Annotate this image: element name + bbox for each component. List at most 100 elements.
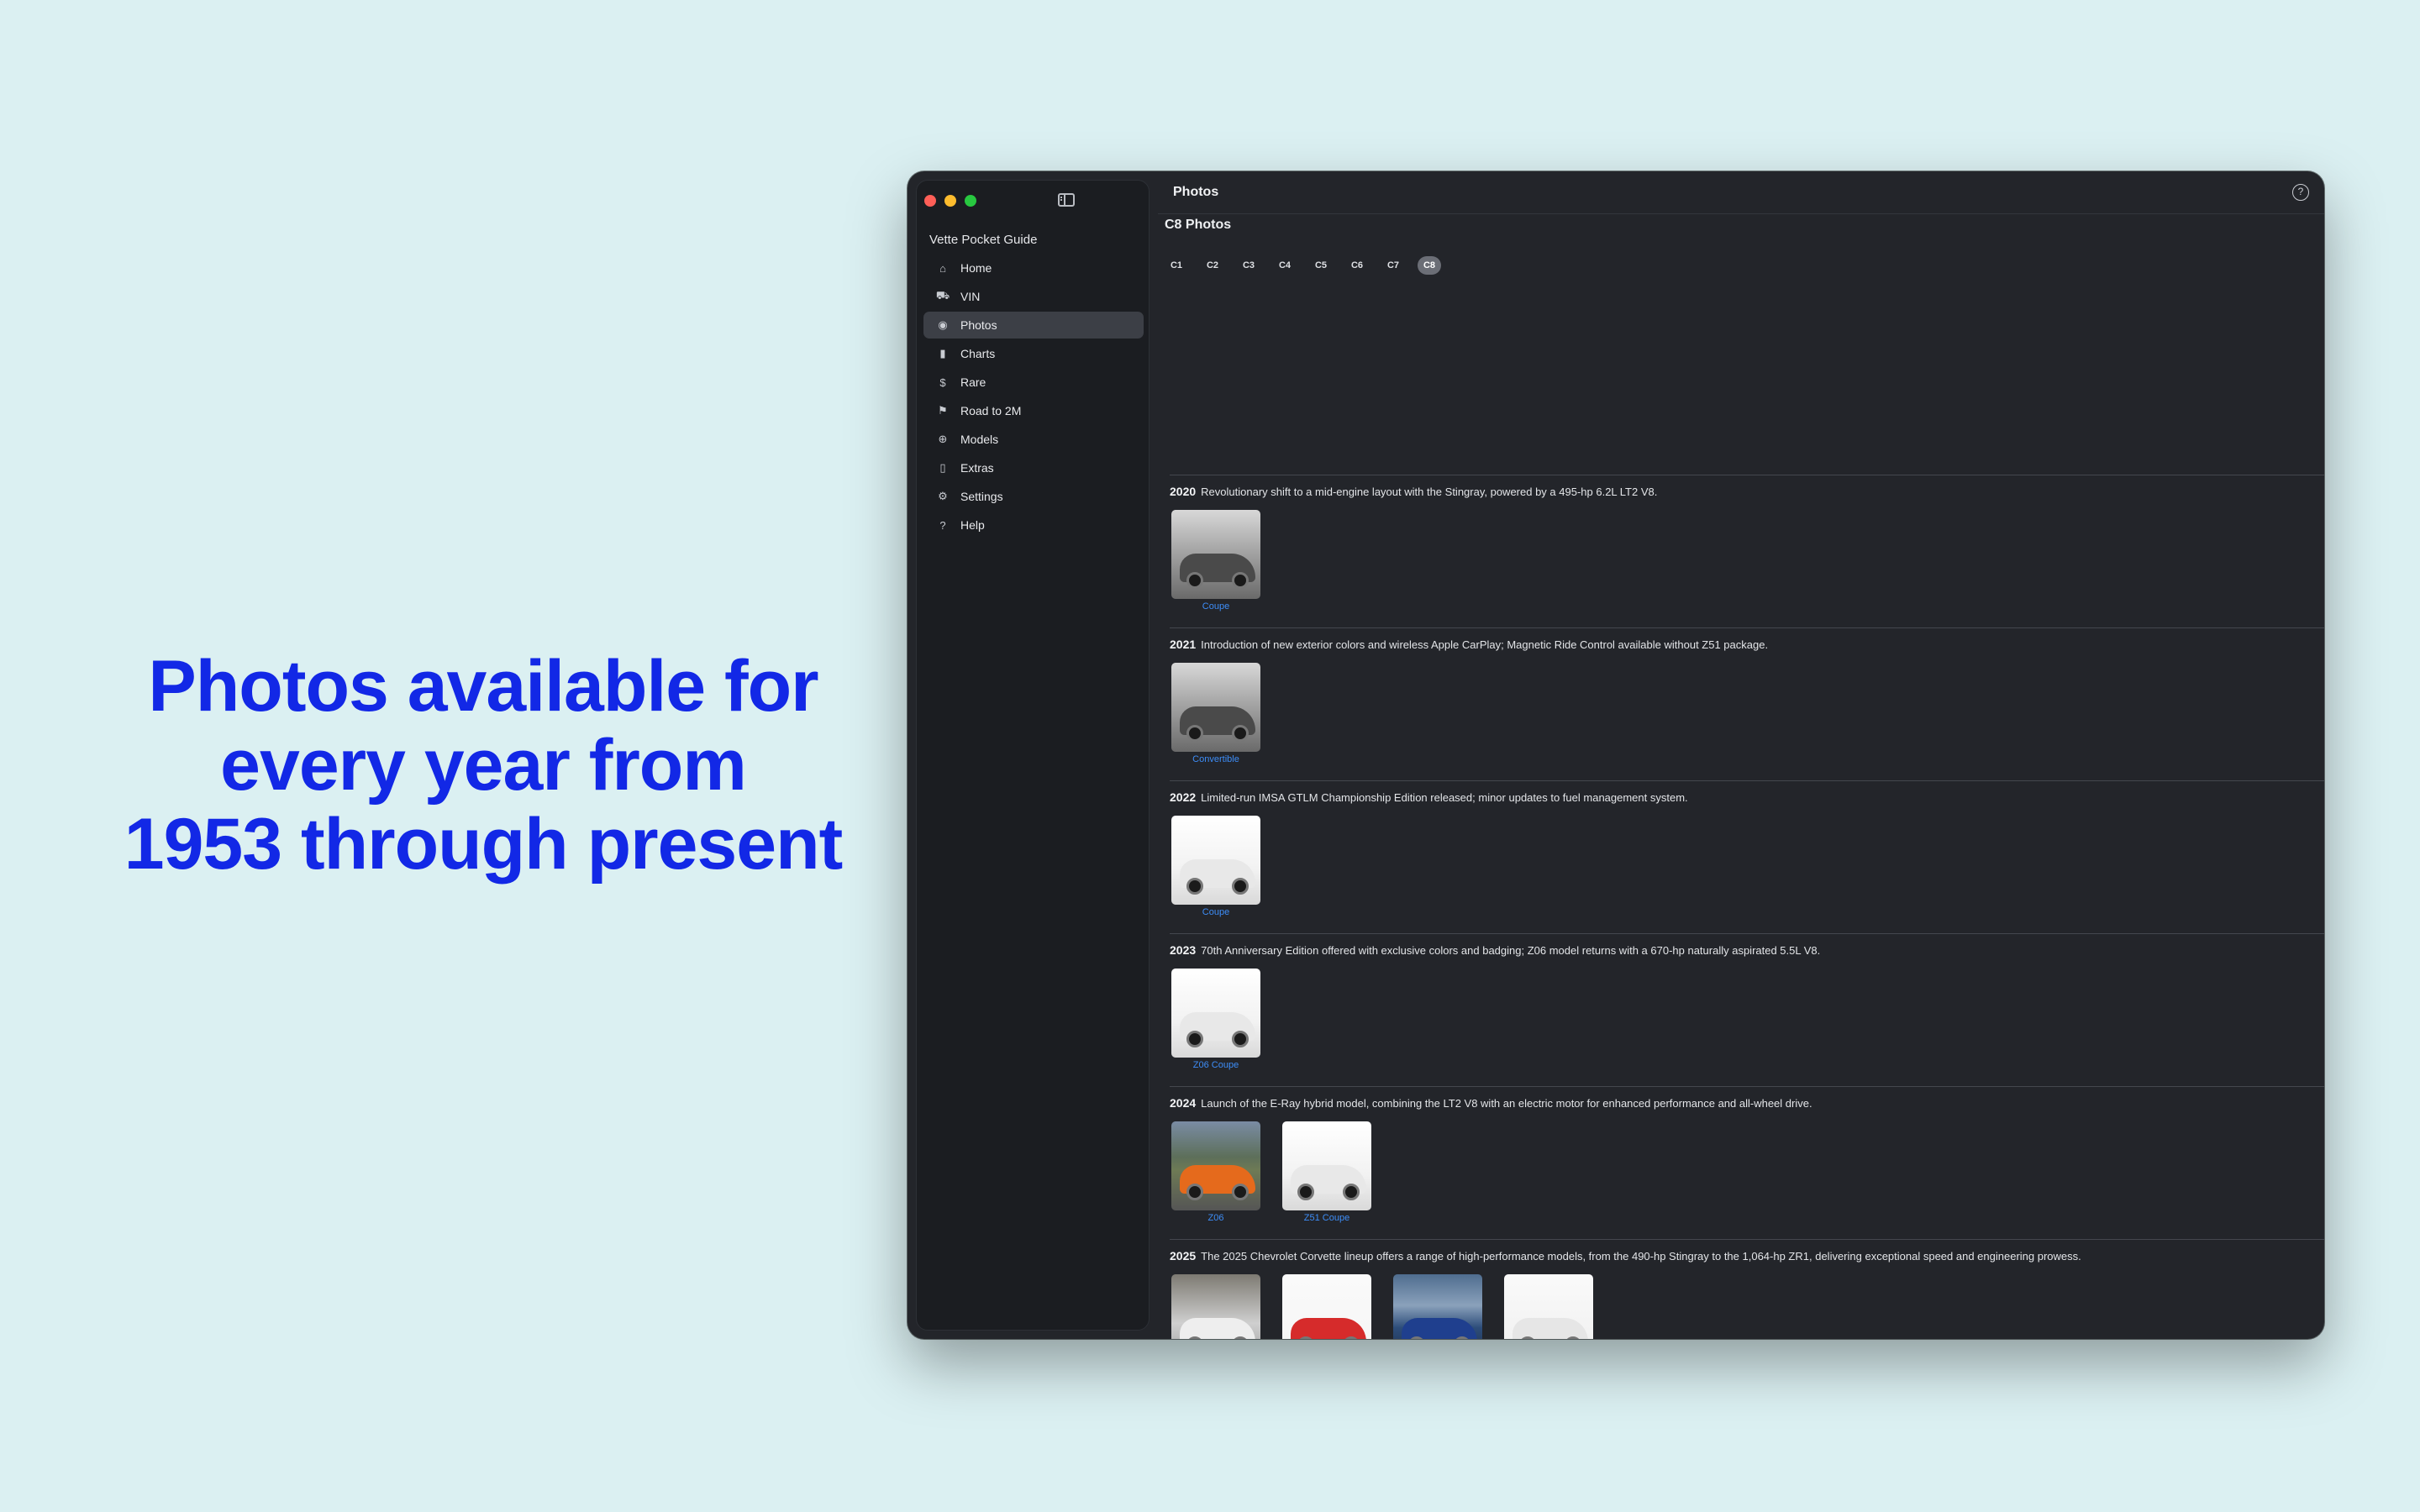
promo-headline: Photos available for every year from 195… xyxy=(101,647,865,884)
flag-icon: ⚑ xyxy=(938,404,948,417)
window-title: Photos xyxy=(1173,185,1219,199)
promo-line-3: 1953 through present xyxy=(124,804,844,885)
sidebar-item-vin[interactable]: ⛟ VIN xyxy=(923,283,1144,310)
year-description-line: 2021 Introduction of new exterior colors … xyxy=(1170,638,1768,651)
divider xyxy=(1170,1086,2324,1087)
photos-content: C8 Photos C1 C2 C3 C4 C5 C6 C7 C8 2020 Revolutio… xyxy=(1158,214,2324,1339)
car-photo[interactable] xyxy=(1171,969,1260,1058)
generation-tab-c3[interactable]: C3 xyxy=(1237,256,1260,275)
photo-caption[interactable]: Convertible xyxy=(1171,754,1260,765)
car-photo[interactable] xyxy=(1504,1274,1593,1339)
car-photo[interactable] xyxy=(1171,510,1260,599)
generation-tab-c8[interactable]: C8 xyxy=(1418,256,1441,275)
year-description-line: 2024 Launch of the E-Ray hybrid model, co… xyxy=(1170,1096,1812,1110)
generation-tab-c2[interactable]: C2 xyxy=(1201,256,1224,275)
car-icon: ⛟ xyxy=(935,289,950,302)
generation-tab-c1[interactable]: C1 xyxy=(1165,256,1188,275)
photo-thumbnail[interactable]: Z06 Convertible xyxy=(1171,1274,1260,1339)
car-photo[interactable] xyxy=(1171,1121,1260,1210)
car-photo[interactable] xyxy=(1282,1121,1371,1210)
wheel xyxy=(1232,572,1249,589)
help-question-icon[interactable]: ? xyxy=(2292,184,2309,201)
close-window-button[interactable] xyxy=(924,195,936,207)
photo-caption[interactable]: Z06 xyxy=(1171,1213,1260,1224)
sidebar-item-label: Settings xyxy=(960,490,1003,503)
zoom-window-button[interactable] xyxy=(965,195,976,207)
year-label: 2021 xyxy=(1170,638,1197,651)
sidebar-item-home[interactable]: ⌂ Home xyxy=(923,255,1144,281)
year-description: Introduction of new exterior colors and … xyxy=(1201,638,1769,651)
photo-caption[interactable]: Z06 Coupe xyxy=(1171,1060,1260,1071)
sidebar-item-settings[interactable]: ⚙ Settings xyxy=(923,483,1144,510)
wheel xyxy=(1297,1184,1314,1200)
photo-thumbnail[interactable]: ZR1 xyxy=(1504,1274,1593,1339)
bar-chart-icon: ▮ xyxy=(939,347,946,360)
wheel xyxy=(1232,725,1249,742)
minimize-window-button[interactable] xyxy=(944,195,956,207)
photo-thumbnail[interactable]: Convertible xyxy=(1171,663,1260,765)
sidebar-item-label: Help xyxy=(960,518,985,532)
sidebar-item-label: Photos xyxy=(960,318,997,332)
generation-tab-c4[interactable]: C4 xyxy=(1273,256,1297,275)
photo-row: Coupe xyxy=(1171,816,1260,918)
section-title: C8 Photos xyxy=(1165,218,1232,232)
dollar-icon: $ xyxy=(939,375,946,389)
wheel xyxy=(1343,1184,1360,1200)
photo-caption[interactable]: Coupe xyxy=(1171,907,1260,918)
photo-thumbnail[interactable]: Coupe xyxy=(1171,510,1260,612)
car-photo[interactable] xyxy=(1282,1274,1371,1339)
titlebar: Photos ? xyxy=(1158,171,2324,214)
photo-caption[interactable]: Coupe xyxy=(1171,601,1260,612)
year-label: 2020 xyxy=(1170,485,1197,498)
year-label: 2025 xyxy=(1170,1249,1197,1263)
wheel xyxy=(1232,1031,1249,1047)
photo-thumbnail[interactable]: Z06 xyxy=(1171,1121,1260,1224)
sidebar-item-rare[interactable]: $ Rare xyxy=(923,369,1144,396)
sidebar-item-label: Charts xyxy=(960,347,996,360)
car-photo[interactable] xyxy=(1171,816,1260,905)
year-description-line: 2025 The 2025 Chevrolet Corvette lineup o… xyxy=(1170,1249,2081,1263)
photo-thumbnail[interactable]: Stingray xyxy=(1282,1274,1371,1339)
wheel xyxy=(1186,725,1203,742)
year-label: 2023 xyxy=(1170,943,1197,957)
wheel xyxy=(1186,572,1203,589)
house-icon: ⌂ xyxy=(939,261,946,275)
sidebar-toggle-icon[interactable] xyxy=(1058,193,1075,207)
sidebar-item-models[interactable]: ⊕ Models xyxy=(923,426,1144,453)
divider xyxy=(1170,933,2324,934)
photo-thumbnail[interactable]: E-Ray xyxy=(1393,1274,1482,1339)
gear-icon: ⚙ xyxy=(938,490,948,502)
car-photo[interactable] xyxy=(1393,1274,1482,1339)
car-shape xyxy=(1291,1318,1366,1339)
photo-row: Coupe xyxy=(1171,510,1260,612)
sidebar-item-label: Models xyxy=(960,433,999,446)
car-photo[interactable] xyxy=(1171,663,1260,752)
app-name: Vette Pocket Guide xyxy=(929,233,1038,247)
generation-tab-c7[interactable]: C7 xyxy=(1381,256,1405,275)
sidebar-item-label: Extras xyxy=(960,461,994,475)
year-description: The 2025 Chevrolet Corvette lineup offer… xyxy=(1201,1250,2081,1263)
photo-thumbnail[interactable]: Coupe xyxy=(1171,816,1260,918)
sidebar-item-extras[interactable]: ▯ Extras xyxy=(923,454,1144,481)
sidebar-nav: ⌂ Home ⛟ VIN ◉ Photos ▮ Charts $ Rare ⚑ Road to 2M ⊕… xyxy=(923,255,1144,540)
sidebar-item-label: VIN xyxy=(960,290,981,303)
sidebar-item-photos[interactable]: ◉ Photos xyxy=(923,312,1144,339)
year-label: 2022 xyxy=(1170,790,1197,804)
sidebar-item-charts[interactable]: ▮ Charts xyxy=(923,340,1144,367)
sidebar-item-help[interactable]: ? Help xyxy=(923,512,1144,538)
book-icon: ▯ xyxy=(939,461,946,474)
year-description-line: 2023 70th Anniversary Edition offered wit… xyxy=(1170,943,1820,957)
sidebar-item-road-to-2m[interactable]: ⚑ Road to 2M xyxy=(923,397,1144,424)
wheel xyxy=(1186,878,1203,895)
sidebar-item-label: Road to 2M xyxy=(960,404,1022,417)
promo-line-2: every year from xyxy=(220,725,747,806)
wheel xyxy=(1232,1184,1249,1200)
car-photo[interactable] xyxy=(1171,1274,1260,1339)
photo-caption[interactable]: Z51 Coupe xyxy=(1282,1213,1371,1224)
year-description: Revolutionary shift to a mid-engine layo… xyxy=(1201,486,1658,498)
photo-thumbnail[interactable]: Z06 Coupe xyxy=(1171,969,1260,1071)
generation-tab-c6[interactable]: C6 xyxy=(1345,256,1369,275)
photo-thumbnail[interactable]: Z51 Coupe xyxy=(1282,1121,1371,1224)
generation-tab-c5[interactable]: C5 xyxy=(1309,256,1333,275)
sidebar-item-label: Home xyxy=(960,261,992,275)
